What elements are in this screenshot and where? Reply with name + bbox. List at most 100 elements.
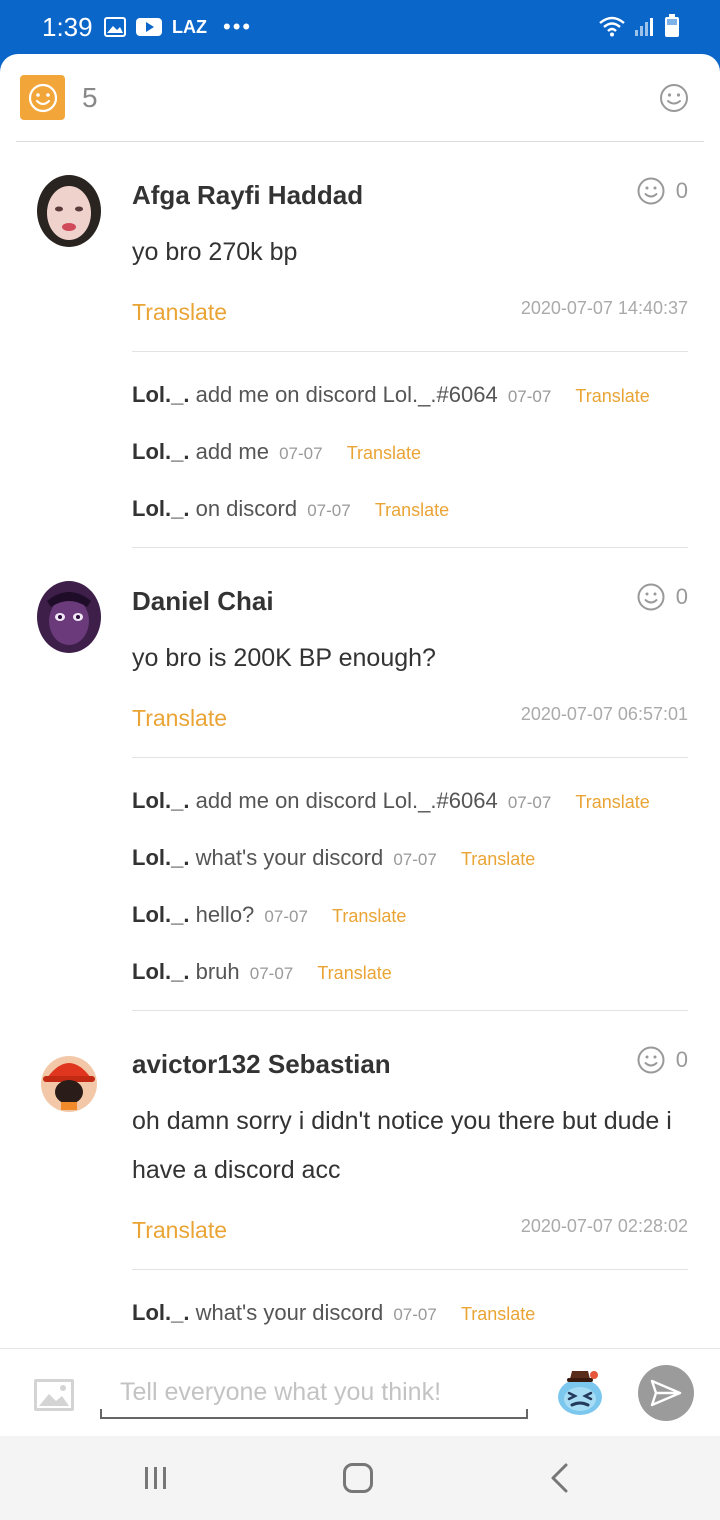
- status-bar: 1:39 LAZ •••: [0, 0, 720, 54]
- reply-translate-link[interactable]: Translate: [575, 792, 649, 812]
- comment-text: yo bro is 200K BP enough?: [132, 644, 436, 672]
- comment-reaction-count: 0: [675, 178, 688, 203]
- input-underline-right: [526, 1409, 528, 1419]
- back-icon[interactable]: [548, 1462, 572, 1494]
- reply-author[interactable]: Lol._.: [132, 845, 189, 870]
- reply-date: 07-07: [279, 444, 323, 463]
- comment-timestamp: 2020-07-07 02:28:02: [520, 1216, 688, 1236]
- reply-date: 07-07: [307, 501, 351, 520]
- comment-input[interactable]: [100, 1367, 528, 1419]
- reply-text: add me on discord Lol._.#6064: [195, 788, 498, 813]
- reply-date: 07-07: [393, 1305, 437, 1324]
- reply-translate-link[interactable]: Translate: [575, 386, 649, 406]
- reaction-summary-icon[interactable]: [20, 75, 65, 120]
- avatar[interactable]: [37, 1044, 101, 1116]
- smiley-icon: [637, 1046, 665, 1074]
- comment-divider: [132, 1010, 688, 1011]
- reply-translate-link[interactable]: Translate: [375, 500, 449, 520]
- reply-text: what's your discord: [195, 845, 384, 870]
- reply-item[interactable]: Lol._. bruh 07-07 Translate: [132, 959, 692, 985]
- sticker-icon[interactable]: [554, 1365, 606, 1417]
- reply-author[interactable]: Lol._.: [132, 382, 189, 407]
- smiley-icon: [637, 583, 665, 611]
- translate-link[interactable]: Translate: [132, 705, 227, 732]
- comments-header: 5: [0, 54, 720, 142]
- smiley-icon: [637, 177, 665, 205]
- send-icon: [650, 1379, 682, 1407]
- comment-reaction[interactable]: 0: [636, 1045, 688, 1075]
- youtube-icon: [136, 18, 162, 36]
- comment-divider: [132, 757, 688, 758]
- reply-date: 07-07: [249, 964, 294, 983]
- home-icon[interactable]: [342, 1462, 374, 1494]
- input-underline-left: [100, 1409, 102, 1419]
- smiley-icon: [28, 83, 57, 112]
- reply-item[interactable]: Lol._. what's your discord 07-07 Transla…: [132, 845, 692, 871]
- reply-item[interactable]: Lol._. what's your discord 07-07 Transla…: [132, 1300, 692, 1326]
- reply-author[interactable]: Lol._.: [132, 788, 189, 813]
- signal-icon: [635, 18, 653, 36]
- reply-translate-link[interactable]: Translate: [347, 443, 421, 463]
- comment-reaction-count: 0: [675, 584, 688, 609]
- comment-timestamp: 2020-07-07 14:40:37: [520, 298, 688, 318]
- reply-text: on discord: [195, 496, 298, 521]
- reply-text: bruh: [195, 959, 240, 984]
- reply-text: add me: [195, 439, 269, 464]
- comment-reaction[interactable]: 0: [636, 176, 688, 206]
- comment-list[interactable]: Afga Rayfi Haddad 0 yo bro 270k bp Trans…: [0, 142, 720, 1347]
- translate-link[interactable]: Translate: [132, 1217, 227, 1244]
- reply-author[interactable]: Lol._.: [132, 439, 189, 464]
- comment-author[interactable]: Afga Rayfi Haddad: [132, 180, 363, 211]
- image-icon[interactable]: [33, 1378, 75, 1412]
- avatar[interactable]: [37, 581, 101, 653]
- reply-date: 07-07: [393, 850, 437, 869]
- reply-translate-link[interactable]: Translate: [461, 849, 535, 869]
- avatar[interactable]: [37, 175, 101, 247]
- reply-item[interactable]: Lol._. add me 07-07 Translate: [132, 439, 692, 465]
- reply-text: hello?: [195, 902, 255, 927]
- reply-date: 07-07: [507, 793, 552, 812]
- comment-divider: [132, 1269, 688, 1270]
- reply-text: add me on discord Lol._.#6064: [195, 382, 498, 407]
- add-reaction-icon[interactable]: [658, 82, 690, 114]
- comment-author[interactable]: avictor132 Sebastian: [132, 1049, 391, 1080]
- reply-author[interactable]: Lol._.: [132, 902, 189, 927]
- comment-divider: [132, 351, 688, 352]
- reaction-count: 5: [82, 82, 98, 113]
- reply-item[interactable]: Lol._. add me on discord Lol._.#6064 07-…: [132, 382, 692, 408]
- reply-translate-link[interactable]: Translate: [317, 963, 391, 983]
- comments-sheet: 5 Afga Rayfi Haddad 0 yo bro 270k bp Tra…: [0, 54, 720, 1436]
- reply-author[interactable]: Lol._.: [132, 959, 189, 984]
- comment-input-bar: [0, 1348, 720, 1436]
- recents-icon[interactable]: [142, 1464, 170, 1492]
- reply-item[interactable]: Lol._. hello? 07-07 Translate: [132, 902, 692, 928]
- avatar-image: [37, 175, 101, 247]
- reply-author[interactable]: Lol._.: [132, 1300, 189, 1325]
- comment-reaction[interactable]: 0: [636, 582, 688, 612]
- reply-translate-link[interactable]: Translate: [332, 906, 406, 926]
- image-icon: [104, 17, 126, 37]
- status-time: 1:39: [42, 12, 93, 42]
- avatar-image: [37, 581, 101, 653]
- comment-divider: [132, 547, 688, 548]
- send-button[interactable]: [638, 1365, 694, 1421]
- reply-translate-link[interactable]: Translate: [461, 1304, 535, 1324]
- status-system-icons: [598, 14, 680, 38]
- reply-item[interactable]: Lol._. add me on discord Lol._.#6064 07-…: [132, 788, 692, 814]
- laz-icon: LAZ: [172, 16, 207, 37]
- wifi-icon: [599, 16, 625, 37]
- comment-author[interactable]: Daniel Chai: [132, 586, 274, 617]
- comment-timestamp: 2020-07-07 06:57:01: [520, 704, 688, 724]
- more-dots-icon: •••: [223, 14, 253, 39]
- comment-text: oh damn sorry i didn't notice you there …: [132, 1107, 672, 1184]
- battery-icon: [665, 14, 679, 37]
- reply-author[interactable]: Lol._.: [132, 496, 189, 521]
- reply-date: 07-07: [507, 387, 552, 406]
- comment-reaction-count: 0: [675, 1047, 688, 1072]
- translate-link[interactable]: Translate: [132, 299, 227, 326]
- avatar-image: [37, 1044, 101, 1116]
- system-nav-bar: [0, 1436, 720, 1520]
- reply-item[interactable]: Lol._. on discord 07-07 Translate: [132, 496, 692, 522]
- reply-date: 07-07: [264, 907, 308, 926]
- status-notification-icons: LAZ •••: [104, 14, 252, 40]
